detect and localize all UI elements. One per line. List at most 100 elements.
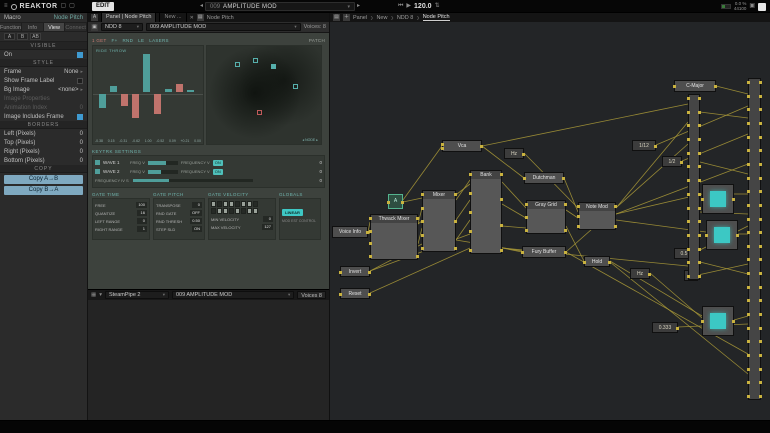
breadcrumb-new[interactable]: New: [376, 15, 387, 21]
velocity-cell[interactable]: [223, 201, 228, 207]
wire[interactable]: [700, 162, 748, 174]
output-port[interactable]: [759, 149, 762, 152]
output-port[interactable]: [759, 395, 762, 398]
output-port[interactable]: [480, 145, 483, 148]
output-port[interactable]: [648, 273, 651, 276]
wire[interactable]: [502, 204, 526, 218]
output-port[interactable]: [564, 251, 567, 254]
wave-enable-checkbox[interactable]: [95, 160, 100, 165]
input-port[interactable]: [701, 320, 704, 323]
red-node-handle[interactable]: [257, 110, 262, 115]
input-port[interactable]: [577, 215, 580, 218]
param-value[interactable]: OFF: [190, 210, 202, 216]
input-port[interactable]: [687, 220, 690, 223]
tab-new[interactable]: New ...: [159, 13, 186, 22]
velocity-cell[interactable]: [211, 208, 216, 214]
input-port[interactable]: [687, 261, 690, 264]
input-port[interactable]: [421, 234, 424, 237]
input-port[interactable]: [705, 234, 708, 237]
input-port[interactable]: [421, 220, 424, 223]
grid-icon[interactable]: ▦: [91, 292, 96, 298]
input-port[interactable]: [747, 340, 750, 343]
input-port[interactable]: [369, 255, 372, 258]
input-port[interactable]: [673, 85, 676, 88]
output-port[interactable]: [698, 152, 701, 155]
graph-node-port-strip-a[interactable]: [688, 94, 700, 280]
input-port[interactable]: [387, 201, 390, 204]
output-port[interactable]: [759, 177, 762, 180]
rack-toggle-icon[interactable]: ▢: [69, 0, 75, 13]
output-port[interactable]: [759, 245, 762, 248]
bpm-value[interactable]: 120.0: [414, 3, 432, 10]
input-port[interactable]: [523, 177, 526, 180]
on-checkbox[interactable]: [77, 52, 83, 58]
output-port[interactable]: [759, 354, 762, 357]
ab-badge[interactable]: A: [91, 14, 98, 21]
output-port[interactable]: [698, 165, 701, 168]
ride-bar[interactable]: [121, 94, 128, 106]
output-port[interactable]: [608, 261, 611, 264]
input-port[interactable]: [747, 108, 750, 111]
output-port[interactable]: [401, 201, 404, 204]
input-port[interactable]: [339, 271, 342, 274]
input-port[interactable]: [369, 217, 372, 220]
ride-bar[interactable]: [176, 84, 183, 92]
teal-node-handle[interactable]: [293, 84, 298, 89]
input-port[interactable]: [747, 327, 750, 330]
ride-bar[interactable]: [110, 86, 117, 92]
input-port[interactable]: [747, 395, 750, 398]
node-graph[interactable]: Voice InfoThwack MixerInvertResetAVcaMix…: [330, 22, 770, 420]
velocity-cell[interactable]: [247, 201, 252, 207]
output-port[interactable]: [698, 207, 701, 210]
show-frame-checkbox[interactable]: [77, 78, 83, 84]
output-port[interactable]: [562, 177, 565, 180]
output-port[interactable]: [759, 190, 762, 193]
input-port[interactable]: [687, 179, 690, 182]
output-port[interactable]: [614, 205, 617, 208]
wire[interactable]: [700, 262, 748, 274]
graph-node-c-major[interactable]: C-Major: [674, 80, 716, 92]
copy-a-to-b-button[interactable]: Copy A→B: [4, 175, 83, 184]
param-value[interactable]: 127: [262, 224, 273, 230]
panelset-icon[interactable]: [758, 3, 766, 11]
input-port[interactable]: [469, 230, 472, 233]
output-port[interactable]: [759, 136, 762, 139]
input-port[interactable]: [369, 242, 372, 245]
output-port[interactable]: [759, 313, 762, 316]
output-port[interactable]: [759, 218, 762, 221]
output-port[interactable]: [500, 198, 503, 201]
macro-selector[interactable]: NDD 8 ▾: [101, 23, 143, 31]
copy-b-to-a-button[interactable]: Copy B→A: [4, 186, 83, 195]
output-port[interactable]: [564, 229, 567, 232]
velocity-cell[interactable]: [235, 208, 240, 214]
output-port[interactable]: [676, 327, 679, 330]
output-port[interactable]: [759, 204, 762, 207]
velocity-cell[interactable]: [211, 201, 216, 207]
output-port[interactable]: [698, 97, 701, 100]
tab-node-pitch[interactable]: Node Pitch: [207, 15, 234, 21]
velocity-cell[interactable]: [253, 201, 258, 207]
snapshot-selector[interactable]: 009 AMPLITUDE MOD ▾: [146, 23, 301, 31]
bg-image-value[interactable]: <none>: [58, 87, 78, 93]
output-port[interactable]: [759, 381, 762, 384]
input-port[interactable]: [687, 207, 690, 210]
output-port[interactable]: [368, 293, 371, 296]
graph-node-freq-display-2[interactable]: [706, 220, 738, 250]
input-port[interactable]: [687, 248, 690, 251]
ride-bar[interactable]: [99, 94, 106, 108]
graph-node-reset[interactable]: Reset: [340, 288, 370, 299]
output-port[interactable]: [759, 340, 762, 343]
layout-icon[interactable]: ▾: [99, 292, 102, 298]
teal-node-handle[interactable]: [271, 64, 276, 69]
param-value[interactable]: ON: [192, 226, 202, 232]
output-port[interactable]: [698, 111, 701, 114]
output-port[interactable]: [698, 275, 701, 278]
output-port[interactable]: [698, 220, 701, 223]
wire[interactable]: [482, 104, 688, 146]
output-port[interactable]: [698, 124, 701, 127]
graph-node-fury-buffer[interactable]: Fury Buffer: [522, 246, 566, 258]
ride-bar[interactable]: [143, 54, 150, 92]
output-port[interactable]: [732, 320, 735, 323]
input-port[interactable]: [577, 205, 580, 208]
wire[interactable]: [403, 198, 422, 202]
